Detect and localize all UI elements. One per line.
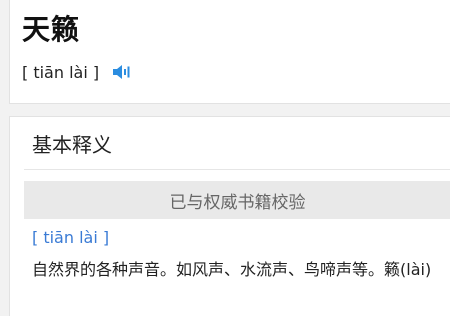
definition-text: 自然界的各种声音。如风声、水流声、鸟啼声等。籁(lài) <box>32 260 432 279</box>
definition-pinyin: [ tiān lài ] <box>32 228 110 247</box>
pinyin-row: [ tiān lài ] <box>22 60 131 84</box>
section-title: 基本释义 <box>32 133 112 157</box>
verify-banner: 已与权威书籍校验 <box>24 181 450 219</box>
divider <box>24 169 450 170</box>
word-card: 天籁 [ tiān lài ] <box>9 0 450 104</box>
word-title: 天籁 <box>22 13 81 46</box>
word-pinyin: [ tiān lài ] <box>22 62 100 82</box>
speaker-icon[interactable] <box>111 63 131 81</box>
definition-card: 基本释义 已与权威书籍校验 [ tiān lài ] 自然界的各种声音。如风声、… <box>9 116 450 316</box>
